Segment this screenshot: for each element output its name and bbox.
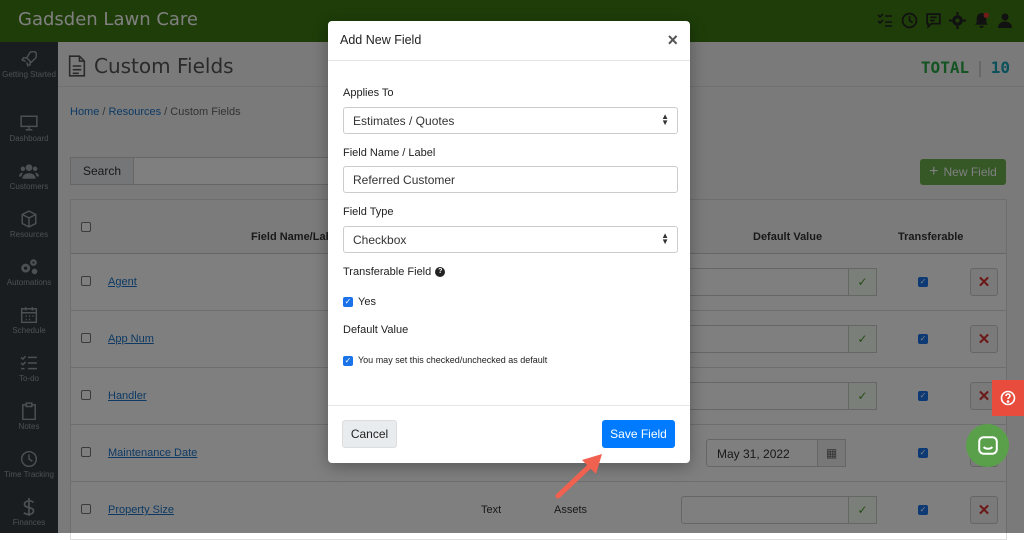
field-name-input[interactable]: Referred Customer [343,166,678,193]
modal-title: Add New Field [340,33,422,47]
field-name-label: Field Name / Label [343,147,436,159]
chat-bubble-icon [977,435,998,455]
question-icon [1000,390,1016,406]
field-type-label: Field Type [343,206,394,218]
yes-label: Yes [358,296,376,308]
applies-to-label: Applies To [343,87,394,99]
select-arrows-icon: ▲ ▼ [661,231,669,246]
default-value-hint: You may set this checked/unchecked as de… [358,355,548,365]
transferable-field-label: Transferable Field ? [343,266,446,278]
annotation-arrow-icon [555,454,602,499]
applies-to-select[interactable]: Estimates / Quotes ▲ ▼ [343,107,678,134]
default-value-checkbox[interactable]: ✓ [343,356,353,366]
add-field-modal: Add New Field × Applies To Estimates / Q… [328,21,690,463]
close-icon[interactable]: × [667,30,678,51]
transferable-yes-checkbox[interactable]: ✓ [343,297,353,307]
field-type-select[interactable]: Checkbox ▲ ▼ [343,226,678,253]
help-circle-icon[interactable]: ? [435,267,446,277]
save-field-button[interactable]: Save Field [602,420,675,448]
default-value-label: Default Value [343,324,409,336]
cancel-button[interactable]: Cancel [342,420,397,448]
help-button[interactable] [992,380,1024,416]
chat-widget-button[interactable] [966,424,1009,467]
modal-header: Add New Field × [328,21,690,61]
select-arrows-icon: ▲ ▼ [661,112,669,127]
